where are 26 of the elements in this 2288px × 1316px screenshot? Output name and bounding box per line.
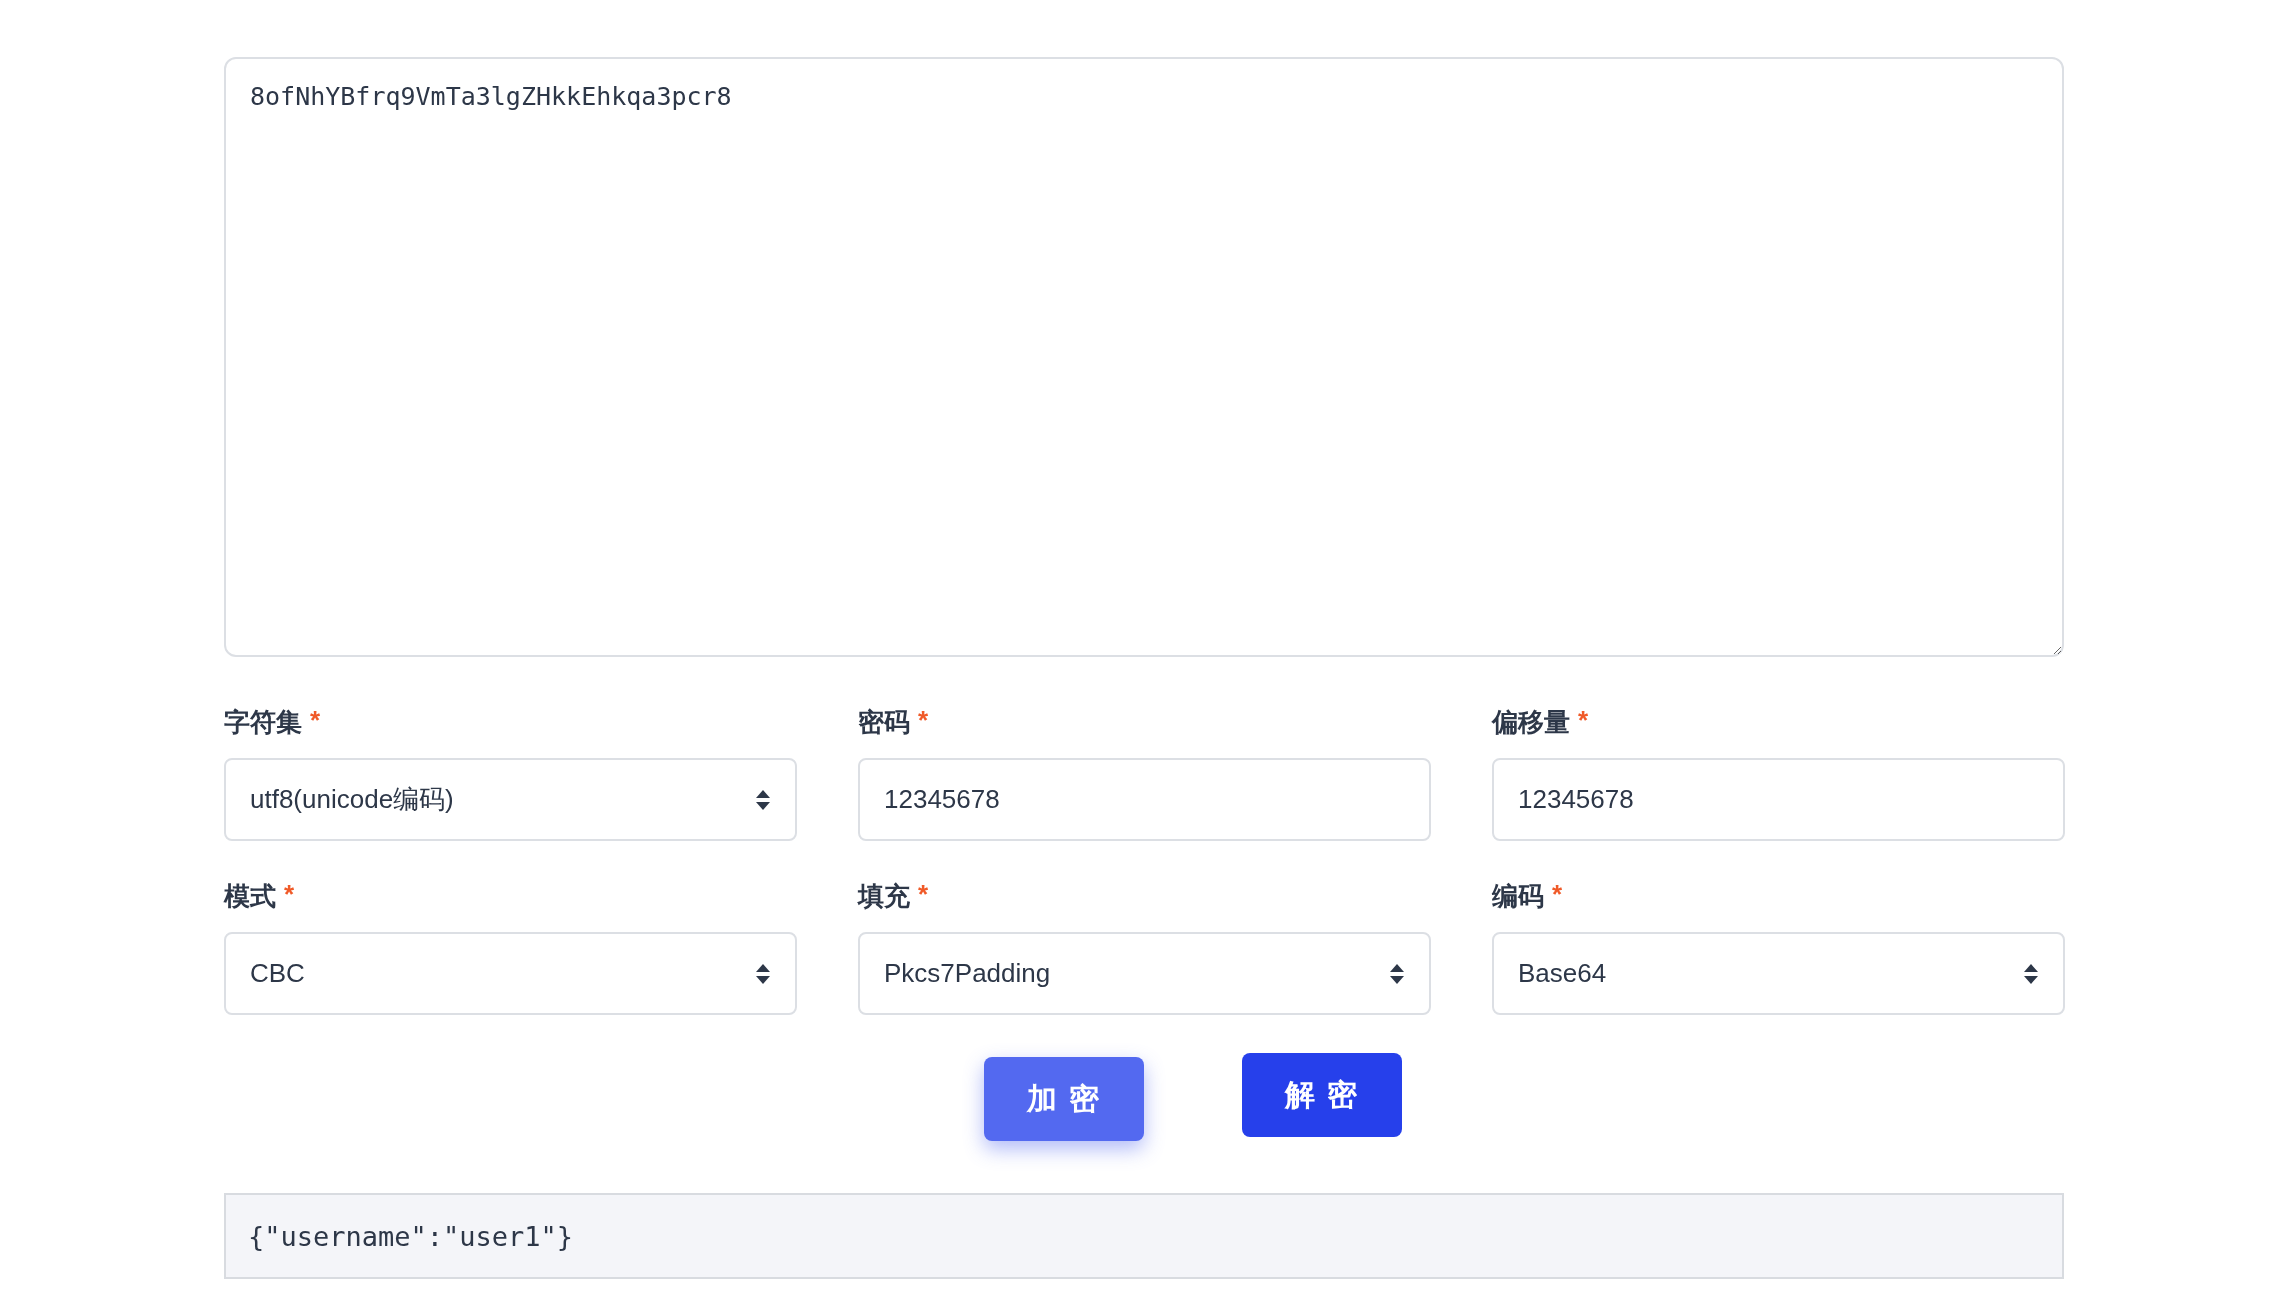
sort-arrows-icon [755, 962, 771, 985]
field-label: 填充 [858, 880, 910, 913]
sort-arrows-icon [1389, 962, 1405, 985]
field-label: 字符集 [224, 706, 302, 739]
action-button[interactable]: 解 密 [1242, 1053, 1402, 1137]
output-text: {"username":"user1"} [224, 1193, 2064, 1279]
input-field[interactable]: 12345678 [1492, 758, 2065, 841]
action-button[interactable]: 加 密 [984, 1057, 1144, 1141]
sort-arrows-icon [755, 788, 771, 811]
required-mark: * [310, 705, 321, 737]
field-label: 偏移量 [1492, 706, 1570, 739]
required-mark: * [284, 879, 295, 911]
select-field[interactable]: Pkcs7Padding [858, 932, 1431, 1015]
required-mark: * [1552, 879, 1563, 911]
required-mark: * [1578, 705, 1589, 737]
input-field[interactable]: 12345678 [858, 758, 1431, 841]
required-mark: * [918, 879, 929, 911]
cipher-text-area[interactable]: 8ofNhYBfrq9VmTa3lgZHkkEhkqa3pcr8 [224, 57, 2064, 657]
field-label: 密码 [858, 706, 910, 739]
field-label: 模式 [224, 880, 276, 913]
select-field[interactable]: CBC [224, 932, 797, 1015]
field-label: 编码 [1492, 880, 1544, 913]
sort-arrows-icon [2023, 962, 2039, 985]
select-field[interactable]: Base64 [1492, 932, 2065, 1015]
select-field[interactable]: utf8(unicode编码) [224, 758, 797, 841]
required-mark: * [918, 705, 929, 737]
